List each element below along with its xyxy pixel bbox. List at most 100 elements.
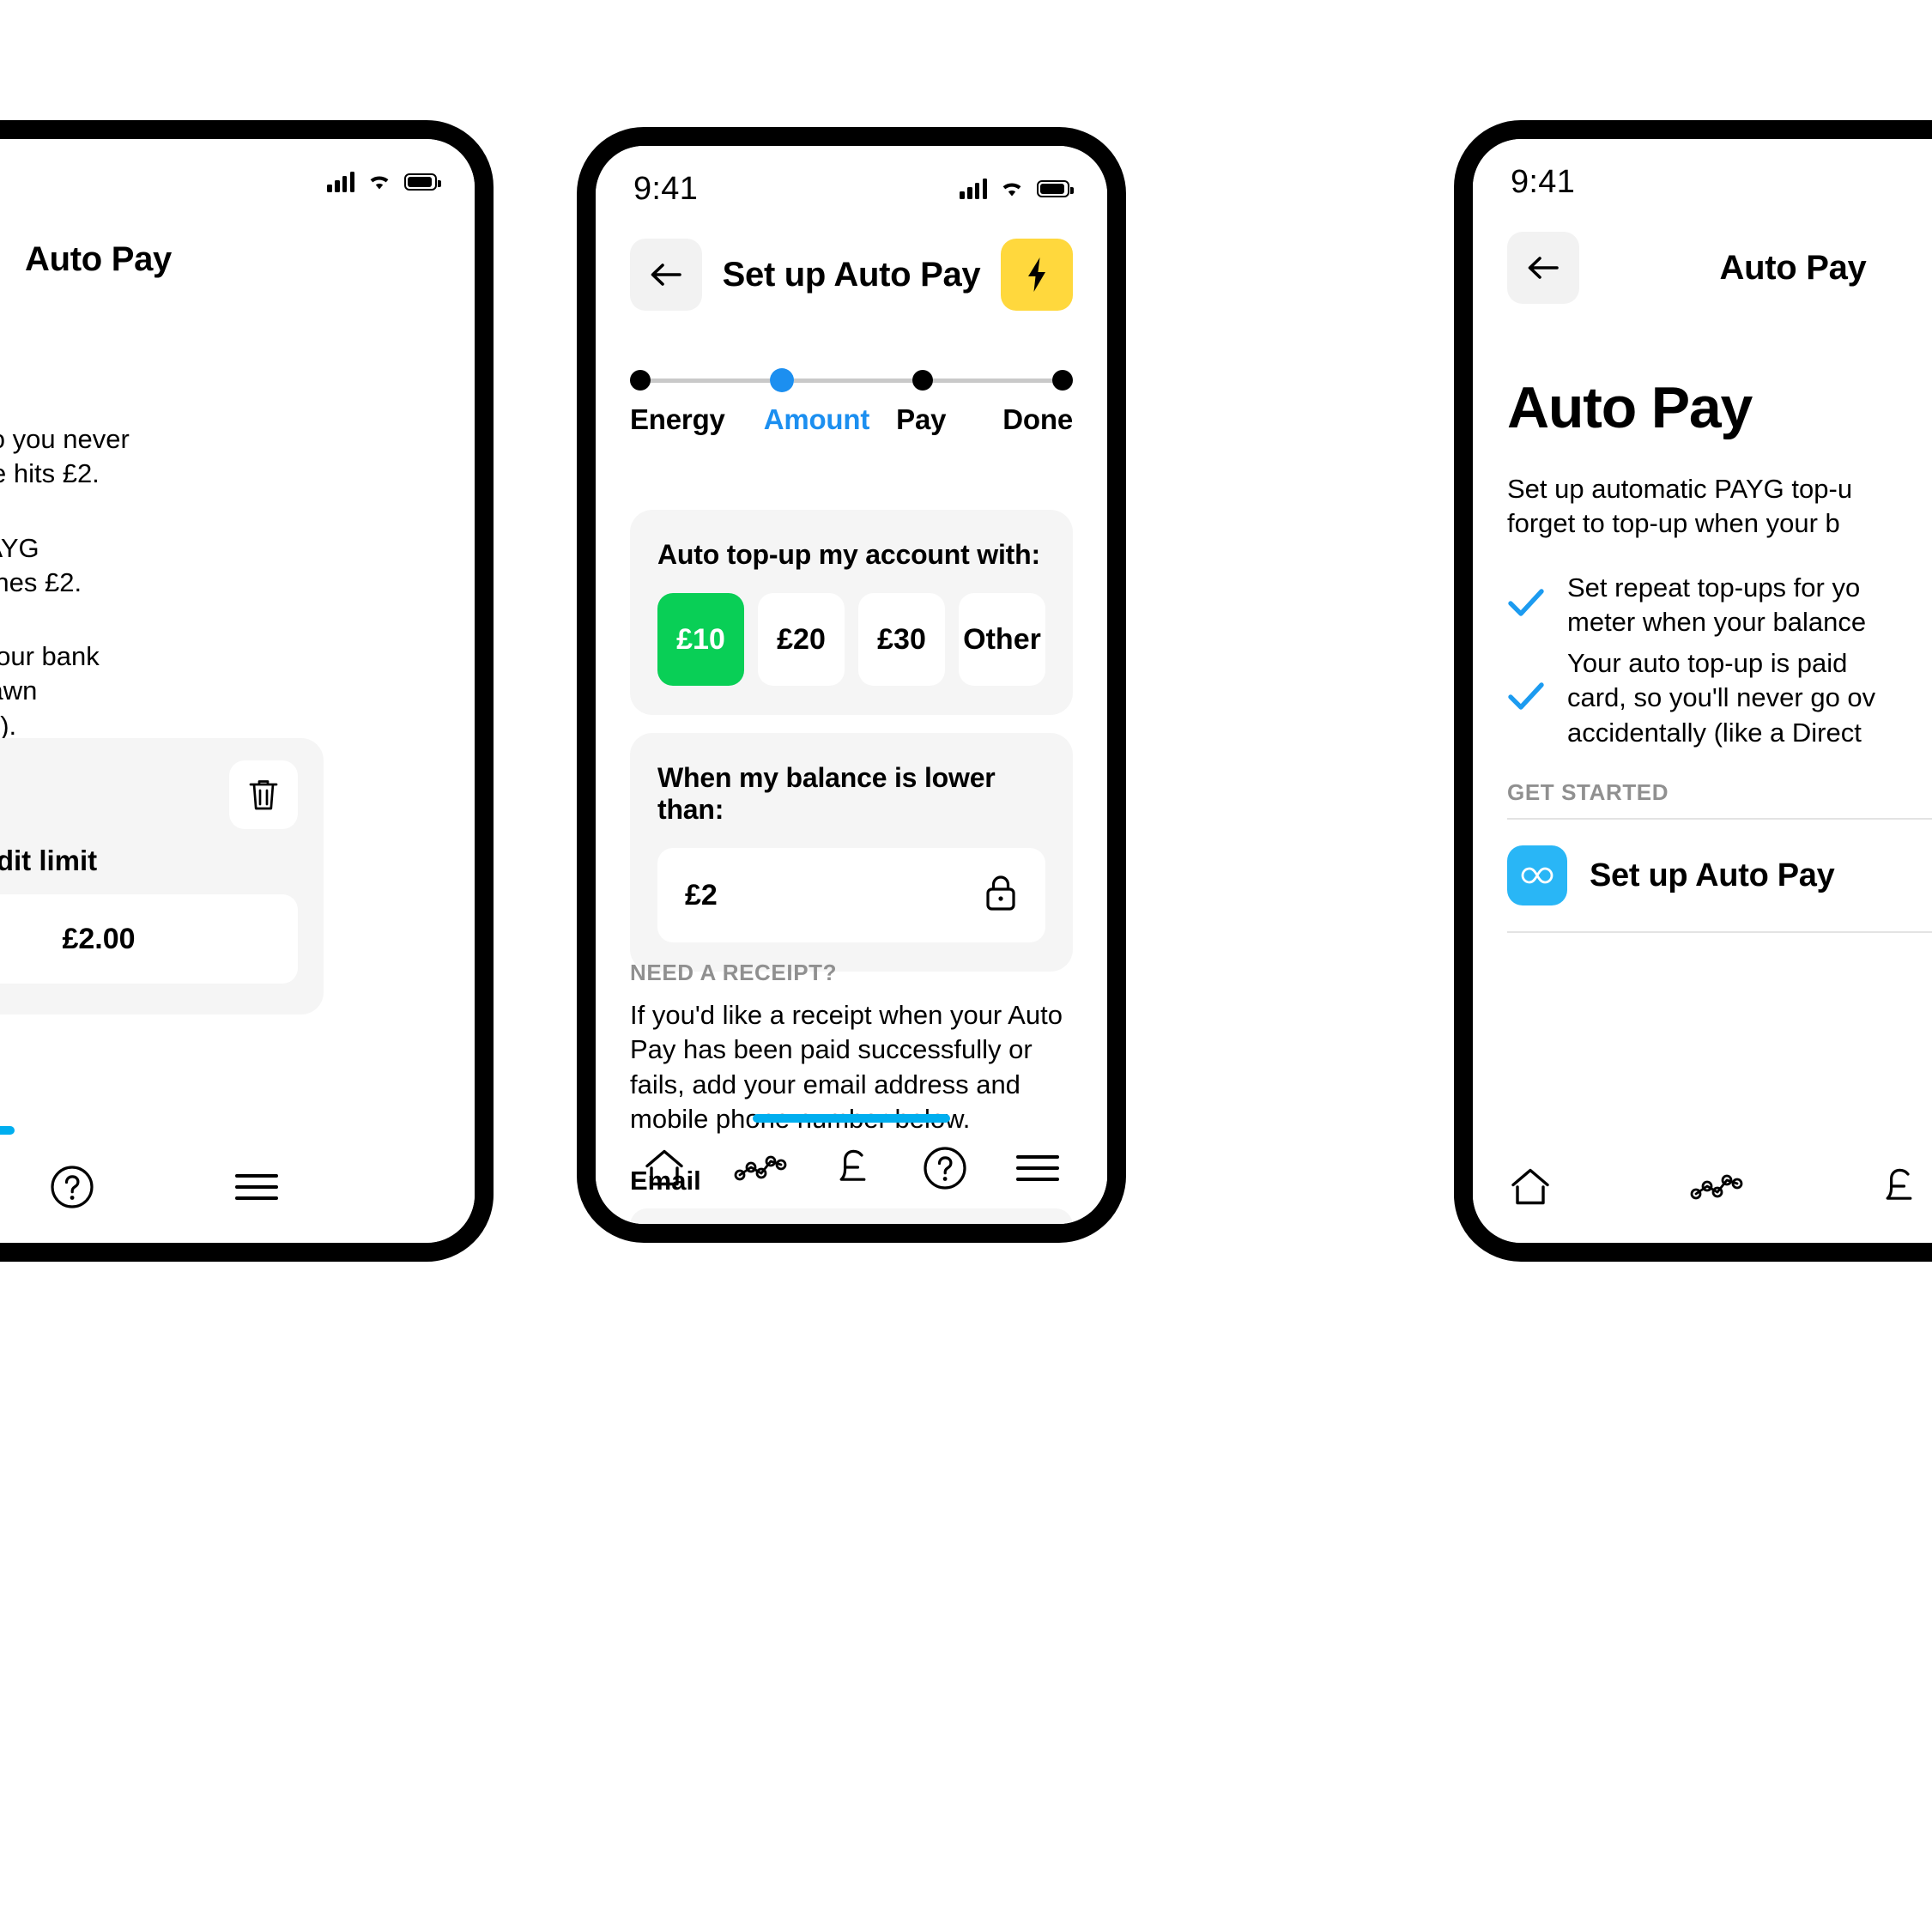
menu-icon — [1016, 1155, 1060, 1181]
benefit-list: Set repeat top-ups for yo meter when you… — [1507, 571, 1932, 750]
intro-line-0: Set up automatic PAYG top-u — [1507, 474, 1853, 504]
credit-limit-fields: £2.00 — [0, 894, 298, 984]
home-indicator-left — [0, 1126, 15, 1135]
stepper-dot-done[interactable] — [1052, 370, 1074, 391]
benefit-2-line-0: Your auto top-up is paid — [1567, 648, 1848, 679]
left-body-line-4: o-up is paid with your bank — [0, 641, 100, 672]
stepper-segment-1 — [651, 378, 770, 383]
benefit-2-line-1: card, so you'll never go ov — [1567, 682, 1876, 713]
tab-home[interactable] — [1507, 1165, 1553, 1209]
tab-home[interactable] — [641, 1146, 687, 1190]
stepper-dot-energy[interactable] — [630, 370, 651, 391]
left-body-line-0: c PAYG top-ups so you never — [0, 424, 130, 454]
nav-bar-left: Auto Pay — [0, 240, 475, 279]
status-time-right: 9:41 — [1511, 163, 1576, 200]
amount-option-other[interactable]: Other — [959, 593, 1045, 686]
intro-line-1: forget to top-up when your b — [1507, 508, 1840, 539]
balance-threshold-title: When my balance is lower than: — [657, 762, 996, 825]
tab-help[interactable] — [922, 1145, 968, 1191]
nav-bar-middle: Set up Auto Pay — [596, 239, 1107, 311]
boost-button[interactable] — [1001, 239, 1073, 311]
tab-bar-right — [1473, 1142, 1932, 1232]
tab-pay[interactable] — [833, 1145, 876, 1191]
benefit-1-line-0: Set repeat top-ups for yo — [1567, 572, 1861, 603]
menu-icon — [235, 1174, 278, 1200]
wifi-icon — [366, 172, 393, 192]
stepper-labels: Energy Amount Pay Done — [630, 403, 1073, 436]
amount-option-10[interactable]: £10 — [657, 593, 744, 686]
battery-icon — [1037, 180, 1074, 197]
usage-graph-icon — [734, 1155, 787, 1181]
page-title-middle: Set up Auto Pay — [722, 255, 981, 294]
back-arrow-icon — [651, 263, 681, 286]
amount-option-20[interactable]: £20 — [758, 593, 845, 686]
tab-usage[interactable] — [733, 1149, 788, 1187]
left-body-line-2: op-ups for your PAYG — [0, 532, 39, 563]
status-icons-middle — [960, 179, 1074, 199]
auto-pay-heading: Auto Pay — [1507, 375, 1753, 440]
credit-limit-label: Credit limit — [0, 845, 98, 876]
stepper-label-energy: Energy — [630, 403, 725, 435]
right-content: Auto Pay Set up automatic PAYG top-u for… — [1507, 374, 1932, 934]
status-bar-right: 9:41 — [1473, 158, 1932, 206]
page-title-left: Auto Pay — [25, 240, 172, 278]
list-item: Set repeat top-ups for yo meter when you… — [1507, 571, 1932, 640]
tab-usage[interactable] — [1689, 1168, 1744, 1206]
stepper-dot-pay[interactable] — [912, 370, 934, 391]
amount-option-30[interactable]: £30 — [858, 593, 945, 686]
phone-middle-screen: 9:41 Set up Auto Pay Energy Amount Pay D… — [596, 146, 1107, 1224]
wifi-icon — [998, 179, 1026, 199]
tab-bar-left — [0, 1142, 475, 1232]
stepper-segment-2 — [793, 378, 913, 383]
stepper-segment-3 — [933, 378, 1053, 383]
balance-threshold-card: When my balance is lower than: £2 — [630, 733, 1073, 972]
set-up-auto-pay-row[interactable]: Set up Auto Pay — [1507, 818, 1932, 934]
lightning-bolt-icon — [1028, 257, 1045, 292]
phone-left-screen: Auto Pay c PAYG top-ups so you never whe… — [0, 139, 475, 1243]
delete-button[interactable] — [229, 760, 298, 829]
usage-graph-icon — [1690, 1174, 1743, 1200]
tab-bar-middle — [596, 1123, 1107, 1214]
credit-limit-value[interactable]: £2.00 — [0, 894, 298, 984]
left-body-line-1: when your balance hits £2. — [0, 458, 100, 489]
phone-right-screen: 9:41 Auto Pay Auto Pay Set up automatic … — [1473, 139, 1932, 1243]
stepper-label-pay: Pay — [896, 403, 947, 435]
progress-stepper: Energy Amount Pay Done — [630, 367, 1073, 436]
phone-left: Auto Pay c PAYG top-ups so you never whe… — [0, 120, 494, 1262]
home-icon — [645, 1149, 683, 1186]
battery-icon — [404, 173, 441, 191]
stepper-label-amount: Amount — [763, 403, 870, 435]
status-time-middle: 9:41 — [633, 170, 699, 207]
tab-help[interactable] — [49, 1164, 95, 1210]
balance-threshold-value: £2 — [685, 878, 718, 911]
status-icons-left — [327, 172, 441, 192]
back-arrow-icon — [1528, 257, 1559, 279]
credit-limit-card: Credit limit £2.00 — [0, 738, 324, 1014]
list-item: Your auto top-up is paid card, so you'll… — [1507, 646, 1932, 750]
get-started-label: GET STARTED — [1507, 779, 1669, 806]
phone-middle: 9:41 Set up Auto Pay Energy Amount Pay D… — [577, 127, 1126, 1243]
tab-menu[interactable] — [233, 1168, 281, 1206]
tab-menu[interactable] — [1014, 1149, 1062, 1187]
check-icon — [1507, 681, 1545, 715]
screenshot-canvas: Auto Pay c PAYG top-ups so you never whe… — [0, 0, 1932, 1932]
benefit-1-line-1: meter when your balance — [1567, 606, 1867, 637]
balance-threshold-field[interactable]: £2 — [657, 848, 1045, 942]
status-bar-left — [0, 158, 475, 206]
status-bar-middle: 9:41 — [596, 165, 1107, 213]
pound-icon — [839, 1149, 866, 1181]
infinity-icon — [1507, 845, 1567, 906]
home-indicator-middle — [753, 1114, 950, 1123]
topup-amount-title: Auto top-up my account with: — [657, 539, 1040, 570]
benefit-text-1: Set repeat top-ups for yo meter when you… — [1567, 571, 1866, 640]
back-button[interactable] — [630, 239, 702, 311]
back-button[interactable] — [1507, 232, 1579, 304]
topup-amount-card: Auto top-up my account with: £10 £20 £30… — [630, 510, 1073, 715]
benefit-2-line-2: accidentally (like a Direct — [1567, 717, 1862, 748]
help-icon — [51, 1166, 94, 1208]
left-body-line-3: your balance reaches £2. — [0, 566, 82, 597]
phone-right: 9:41 Auto Pay Auto Pay Set up automatic … — [1454, 120, 1932, 1262]
stepper-dot-amount[interactable] — [769, 368, 794, 392]
stepper-track — [630, 367, 1074, 393]
tab-pay[interactable] — [1880, 1164, 1923, 1210]
